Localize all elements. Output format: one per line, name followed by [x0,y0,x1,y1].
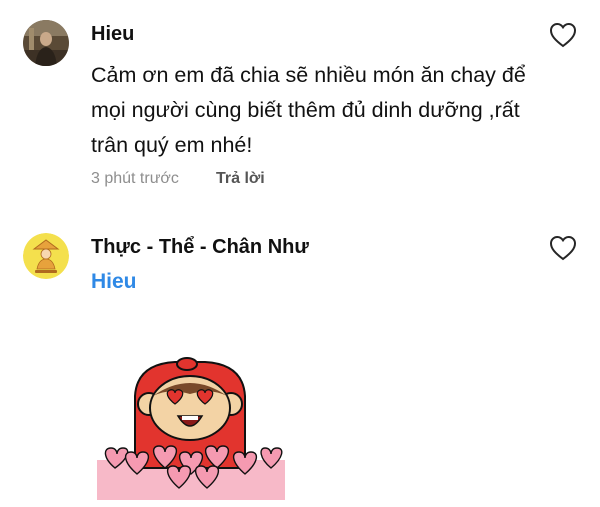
avatar-thuc-the-chan-nhu[interactable] [23,233,69,279]
comment-text: Cảm ơn em đã chia sẽ nhiều món ăn chay đ… [91,63,526,157]
monk-logo [23,233,69,279]
comment-timestamp: 3 phút trước [91,170,179,187]
mention-link[interactable]: Hieu [91,270,137,294]
like-button[interactable] [549,235,577,261]
comment-author[interactable]: Hieu [91,23,134,46]
like-button[interactable] [549,22,577,48]
comment-author[interactable]: Thực - Thể - Chân Như [91,236,309,259]
reply-button[interactable]: Trả lời [216,170,265,188]
heart-outline-icon [549,22,577,48]
avatar-hieu[interactable] [23,20,69,66]
profile-photo [23,20,69,66]
monkey-sticker-image [97,357,285,500]
monkey-hearts-sticker[interactable] [95,356,289,502]
heart-outline-icon [549,235,577,261]
